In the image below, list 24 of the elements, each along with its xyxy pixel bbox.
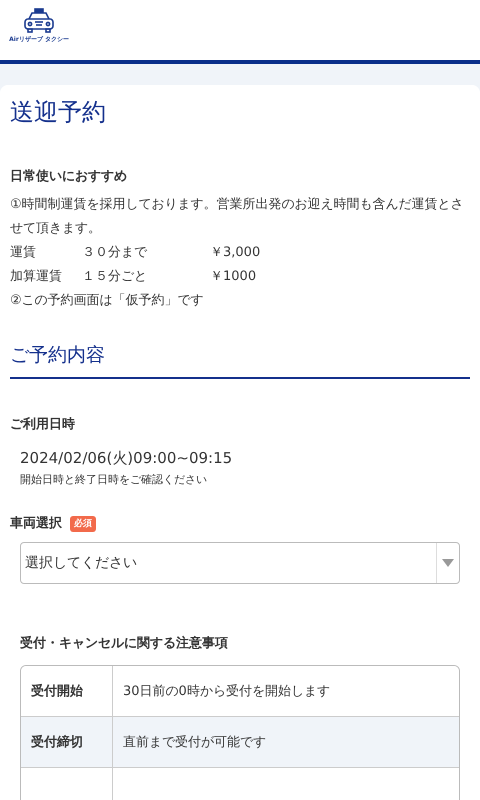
field-label: ご利用日時 [10,416,75,434]
section-title: ご予約内容 [10,341,470,379]
table-cell-text: 直前まで受付が可能です [123,734,266,751]
vehicle-select[interactable]: 選択してください [20,542,460,584]
fare-unit: ３０分まで [82,244,148,262]
field-label: 車両選択 [10,515,62,533]
page-title: 送迎予約 [10,97,107,128]
fare-price: ￥1000 [210,268,258,286]
required-badge: 必須 [70,516,96,532]
fare-unit: １５分ごと [82,268,148,286]
taxi-icon [22,8,56,34]
intro-text: ①時間制運賃を採用しております。営業所出発のお迎え時間も含んだ運賃とさせて頂きます。 [10,196,465,238]
datetime-note: 開始日時と終了日時をご確認ください [20,472,208,488]
table-cell-text: 受付締切 [31,734,83,751]
intro-heading: 日常使いにおすすめ [10,168,128,186]
notice-title: 受付・キャンセルに関する注意事項 [20,634,229,653]
caret-icon [442,559,454,567]
datetime-value: 2024/02/06(火)09:00~09:15 [20,448,234,469]
fare-label: 運賃 [10,244,37,262]
fare-price: ￥3,000 [210,244,262,262]
intro-text: ②この予約画面は「仮予約」です [10,292,205,310]
table-cell-text: 30日前の0時から受付を開始します [123,683,330,700]
fare-label: 加算運賃 [10,268,63,286]
table-cell-text: 受付開始 [31,682,83,700]
